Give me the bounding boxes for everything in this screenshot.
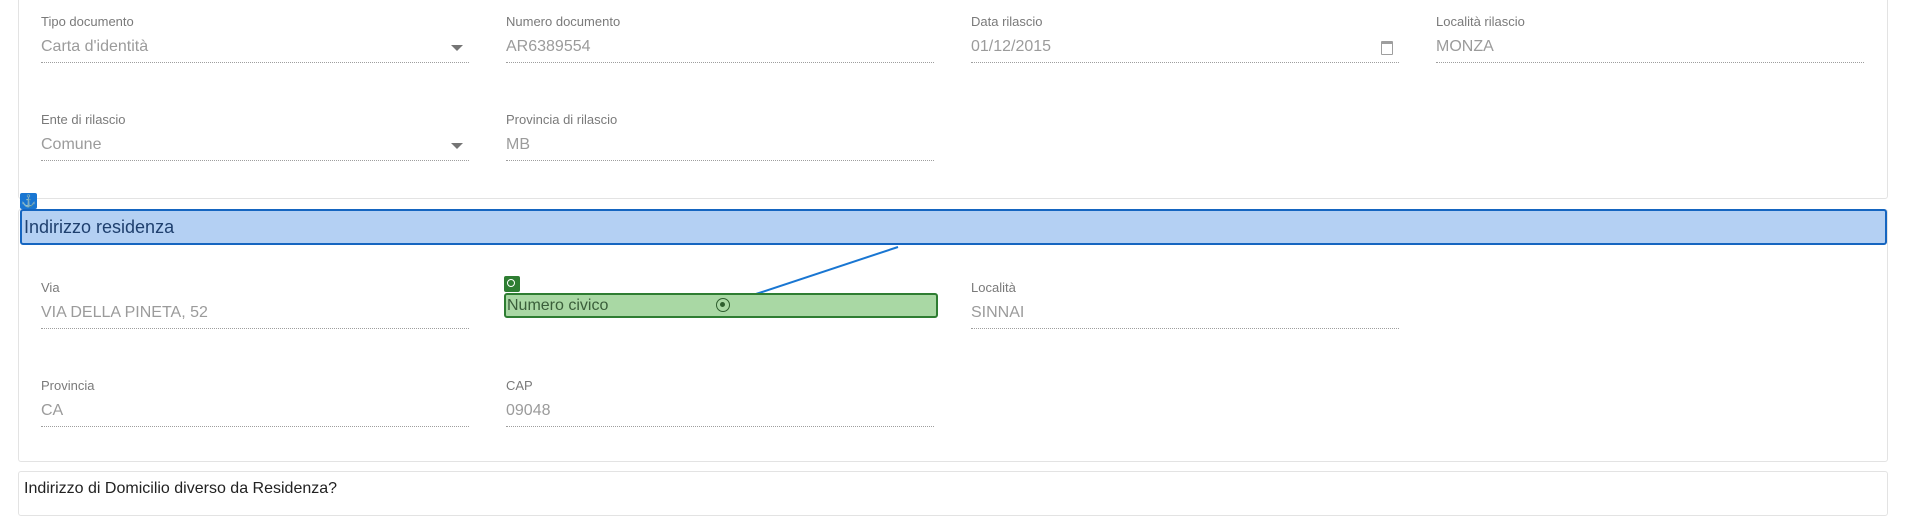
tipo-documento-value: Carta d'identità bbox=[41, 38, 149, 55]
via-label: Via bbox=[41, 280, 60, 295]
numero-documento-input[interactable]: AR6389554 bbox=[506, 36, 934, 63]
target-icon bbox=[504, 276, 520, 292]
tipo-documento-label: Tipo documento bbox=[41, 14, 134, 29]
numero-documento-field[interactable]: Numero documento AR6389554 bbox=[506, 14, 934, 63]
provincia-label: Provincia bbox=[41, 378, 95, 393]
data-rilascio-field[interactable]: Data rilascio 01/12/2015 bbox=[971, 14, 1399, 63]
section-title-residenza: Indirizzo residenza bbox=[20, 209, 1887, 245]
data-rilascio-input[interactable]: 01/12/2015 bbox=[971, 36, 1399, 63]
data-rilascio-label: Data rilascio bbox=[971, 14, 1043, 29]
tipo-documento-select[interactable]: Carta d'identità bbox=[41, 36, 469, 63]
localita-label: Località bbox=[971, 280, 1016, 295]
provincia-rilascio-label: Provincia di rilascio bbox=[506, 112, 618, 127]
cap-label: CAP bbox=[506, 378, 533, 393]
anchor-icon: ⚓ bbox=[20, 193, 37, 209]
localita-field[interactable]: Località SINNAI bbox=[971, 280, 1399, 329]
ente-rilascio-field[interactable]: Ente di rilascio Comune bbox=[41, 112, 469, 161]
via-input[interactable]: VIA DELLA PINETA, 52 bbox=[41, 302, 469, 329]
tipo-documento-field[interactable]: Tipo documento Carta d'identità bbox=[41, 14, 469, 63]
numero-documento-label: Numero documento bbox=[506, 14, 621, 29]
dropdown-caret-icon[interactable] bbox=[451, 45, 463, 51]
calendar-icon[interactable] bbox=[1381, 41, 1393, 55]
provincia-input[interactable]: CA bbox=[41, 400, 469, 427]
ente-rilascio-select[interactable]: Comune bbox=[41, 134, 469, 161]
ente-rilascio-value: Comune bbox=[41, 136, 102, 153]
cap-field[interactable]: CAP 09048 bbox=[506, 378, 934, 427]
domicilio-question: Indirizzo di Domicilio diverso da Reside… bbox=[24, 480, 338, 497]
provincia-rilascio-field[interactable]: Provincia di rilascio MB bbox=[506, 112, 934, 161]
localita-rilascio-label: Località rilascio bbox=[1436, 14, 1525, 29]
data-rilascio-value: 01/12/2015 bbox=[971, 38, 1052, 55]
dropdown-caret-icon[interactable] bbox=[451, 143, 463, 149]
provincia-field[interactable]: Provincia CA bbox=[41, 378, 469, 427]
localita-input[interactable]: SINNAI bbox=[971, 302, 1399, 329]
numero-civico-input[interactable]: Numero civico bbox=[504, 293, 938, 318]
localita-rilascio-field[interactable]: Località rilascio MONZA bbox=[1436, 14, 1864, 63]
ente-rilascio-label: Ente di rilascio bbox=[41, 112, 126, 127]
cap-input[interactable]: 09048 bbox=[506, 400, 934, 427]
numero-civico-placeholder: Numero civico bbox=[507, 297, 609, 314]
crosshair-icon bbox=[716, 298, 730, 312]
domicilio-card: Indirizzo di Domicilio diverso da Reside… bbox=[18, 471, 1888, 516]
provincia-rilascio-input[interactable]: MB bbox=[506, 134, 934, 161]
localita-rilascio-input[interactable]: MONZA bbox=[1436, 36, 1864, 63]
via-field[interactable]: Via VIA DELLA PINETA, 52 bbox=[41, 280, 469, 329]
